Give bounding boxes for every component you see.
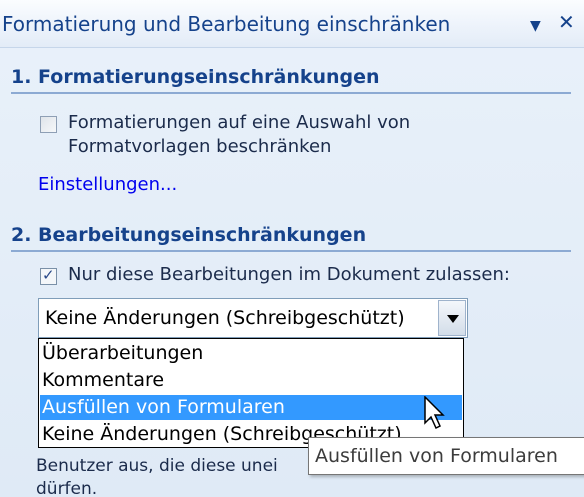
checkmark-icon: ✓ [42,266,55,284]
pane-title: Formatierung und Bearbeitung einschränke… [2,12,451,36]
editing-type-select-value: Keine Änderungen (Schreibgeschützt) [45,307,405,329]
pane-title-bar: Formatierung und Bearbeitung einschränke… [0,0,584,48]
editing-restriction-label: Nur diese Bearbeitungen im Dokument zula… [68,264,510,285]
editing-restriction-checkbox[interactable]: ✓ [40,266,57,285]
option-filling-forms[interactable]: Ausfüllen von Formularen [40,395,462,420]
close-icon[interactable]: ✕ [558,10,575,34]
formatting-restriction-label-line2: Formatvorlagen beschränken [68,136,332,157]
tooltip-text: Ausfüllen von Formularen [315,445,558,467]
section-formatting-title: 1. Formatierungseinschränkungen [11,66,380,88]
option-comments[interactable]: Kommentare [40,368,462,393]
chevron-down-icon [447,315,459,323]
tooltip: Ausfüllen von Formularen [308,437,584,475]
section-editing-heading: 2. Bearbeitungseinschränkungen [11,220,571,252]
section-formatting-heading: 1. Formatierungseinschränkungen [11,62,571,94]
formatting-restriction-checkbox[interactable] [40,116,57,133]
settings-link[interactable]: Einstellungen... [38,174,177,195]
formatting-restriction-label-line1: Formatierungen auf eine Auswahl von [68,112,411,133]
dropdown-arrow-icon[interactable]: ▼ [530,14,541,38]
section-editing-title: 2. Bearbeitungseinschränkungen [11,224,367,246]
user-exceptions-text-line1: Benutzer aus, die diese unei [36,456,278,476]
select-dropdown-button[interactable] [438,300,466,336]
user-exceptions-text-line2: dürfen. [36,479,98,497]
restrict-formatting-pane: Formatierung und Bearbeitung einschränke… [0,0,584,497]
editing-type-options-list: Überarbeitungen Kommentare Ausfüllen von… [38,338,464,448]
editing-type-select[interactable]: Keine Änderungen (Schreibgeschützt) [38,298,468,338]
mouse-pointer-icon [424,396,445,430]
option-revisions[interactable]: Überarbeitungen [40,341,462,366]
formatting-restriction-label: Formatierungen auf eine Auswahl von Form… [68,111,410,159]
